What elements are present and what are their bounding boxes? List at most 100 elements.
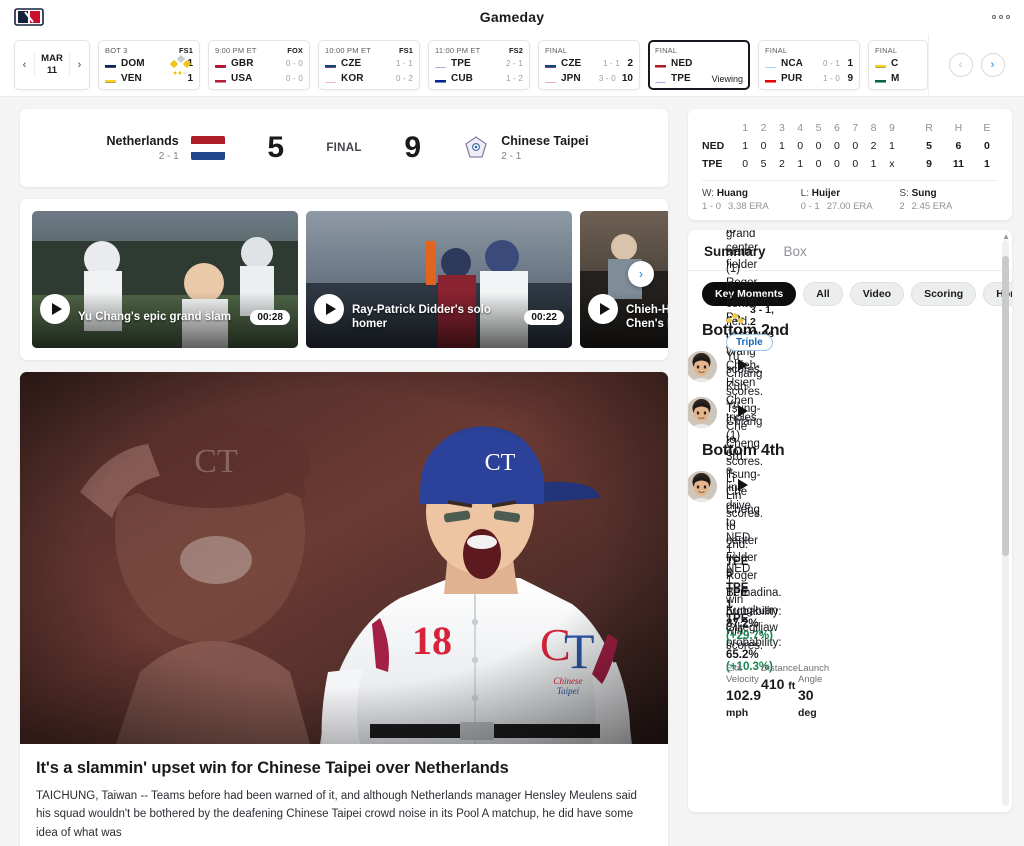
game-tile-ned-tpe[interactable]: FINAL NED TPE Viewing [648,40,750,90]
scorebar-away-team[interactable]: Netherlands 2 - 1 [40,134,225,162]
team-abbr: GBR [231,58,254,69]
tile-status: BOT 3 [105,46,128,55]
tpe-flag-icon [655,75,666,83]
inning-header: 1 [742,122,749,134]
top-bar: Gameday [0,0,1024,34]
tile-team-row: NCA 0 - 1 1 [765,56,853,71]
stat-value: 410 ft [761,676,796,693]
jpn-flag-icon [545,75,556,83]
cze-flag-icon [325,60,336,68]
tile-team-row: PUR 1 - 0 9 [765,71,853,86]
linescore-card: 123456789RHE NED 1 0 1 0 0 0 0 2 1 5 6 0 TPE 0 5 2 1 0 0 0 1 x… [688,109,1012,220]
video-duration: 00:22 [524,309,564,325]
stat-exit-velocity: Exit Velocity 102.9 mph [726,663,761,719]
stat-label: Exit Velocity [726,663,759,686]
play-icon[interactable] [588,294,618,324]
away-team-info: Netherlands 2 - 1 [106,134,178,162]
team-record: 1 - 1 [602,59,620,68]
usa-flag-icon [215,75,226,83]
home-team-record: 2 - 1 [501,150,522,162]
play-icon[interactable] [314,294,344,324]
tile-status: FINAL [875,46,898,55]
feed-scrollbar[interactable] [1002,240,1009,806]
feature-article[interactable]: CT [20,372,668,846]
inning-runs: 1 [797,158,804,170]
team-score: 1 [847,58,853,69]
article-body: TAICHUNG, Taiwan -- Teams before had bee… [36,789,637,839]
away-team-score: 5 [267,131,284,164]
tile-team-row: CUB 1 - 2 [435,71,523,86]
team-abbr: USA [231,73,253,84]
page-body: Netherlands 2 - 1 5 FINAL 9 Chinese Taip… [0,97,1024,846]
tile-team-row: JPN 3 - 0 10 [545,71,633,86]
inning-header: 7 [852,122,859,134]
linescore-row: TPE 0 5 2 1 0 0 0 1 x 9 11 1 [702,155,998,173]
total-value: 9 [926,158,932,170]
video-thumbnail[interactable]: Yu Chang's epic grand slam 00:28 [32,211,298,348]
more-options-icon[interactable] [992,15,1010,19]
team-abbr: TPE [451,58,471,69]
tile-status: FINAL [655,46,678,55]
inning-runs: 0 [815,140,822,152]
inning-header: 9 [889,122,895,134]
game-strip: ‹ MAR 11 › BOT 3FS1DOM1VEN19:00 PM ETFOX… [0,34,1024,97]
tab-box[interactable]: Box [784,244,807,261]
tile-team-row: USA 0 - 0 [215,71,303,86]
game-tile-gbr-usa[interactable]: 9:00 PM ET FOX GBR 0 - 0 USA 0 - 0 [208,40,310,90]
video-thumbnail[interactable]: Chieh-Hsien Chen's RBI triple [580,211,668,348]
chip-all[interactable]: All [803,282,843,306]
total-header: E [983,122,991,134]
date-next-button[interactable]: › [70,40,89,90]
play-icon[interactable] [40,294,70,324]
tile-network: FS2 [508,46,523,55]
tile-team-row: CZE 1 - 1 [325,56,413,71]
inning-runs: 1 [870,158,877,170]
game-tile-c-m[interactable]: FINAL C M [868,40,928,90]
stat-value: 30 deg [798,687,817,720]
team-score: 10 [621,73,633,84]
date-prev-button[interactable]: ‹ [15,40,34,90]
article-hero-image: CT [20,372,668,744]
team-abbr: C [891,58,899,69]
pitcher-name: W: Huang [702,188,748,199]
stat-label: Launch Angle [798,663,830,686]
video-thumbnail[interactable]: Ray-Patrick Didder's solo homer 00:22 [306,211,572,348]
video-next-button[interactable]: › [628,261,654,287]
tile-team-row: TPE Viewing [655,71,743,86]
strip-next-button[interactable]: › [980,53,1005,77]
chip-scoring[interactable]: Scoring [911,282,977,306]
linescore-body: NED 1 0 1 0 0 0 0 2 1 5 6 0 TPE 0 5 2 1 0 0 0 1 x 9 11 1 [702,137,998,173]
linescore-row: NED 1 0 1 0 0 0 0 2 1 5 6 0 [702,137,998,155]
inning-runs: 0 [797,140,804,152]
tile-network: FOX [287,46,303,55]
total-value: 6 [955,140,962,152]
m-flag-icon [875,75,886,83]
linescore-team: TPE [702,158,723,170]
viewing-label: Viewing [711,73,743,84]
play-type-tag: Triple [726,334,773,352]
right-column: 123456789RHE NED 1 0 1 0 0 0 0 2 1 5 6 0 TPE 0 5 2 1 0 0 0 1 x… [680,109,1024,846]
chip-video[interactable]: Video [849,282,905,306]
scorebar-home-team[interactable]: Chinese Taipei 2 - 1 [463,134,648,162]
date-day: 11 [46,65,58,76]
inning-runs: 0 [852,140,859,152]
pitcher-name: L: Huijer [800,188,841,199]
game-tile-nca-pur[interactable]: FINAL NCA 0 - 1 1 PUR 1 - 0 9 [758,40,860,90]
inning-runs: 2 [870,140,877,152]
team-record: 0 - 0 [285,74,303,83]
game-tile-tpe-cub[interactable]: 11:00 PM ET FS2 TPE 2 - 1 CUB 1 - 2 [428,40,530,90]
dom-flag-icon [105,60,116,68]
tpe-flag-icon [435,60,446,68]
player-avatar [688,350,717,382]
game-tile-dom-ven[interactable]: BOT 3FS1DOM1VEN1 [98,40,200,90]
game-tile-cze-kor[interactable]: 10:00 PM ET FS1 CZE 1 - 1 KOR 0 - 2 [318,40,420,90]
scorebar: Netherlands 2 - 1 5 FINAL 9 Chinese Taip… [20,109,668,187]
player-avatar [688,470,717,502]
total-header: R [925,122,933,134]
team-record: 0 - 0 [285,59,303,68]
mlb-logo-icon[interactable] [14,8,44,26]
strip-prev-button[interactable]: ‹ [948,53,973,77]
game-tile-cze-jpn[interactable]: FINAL CZE 1 - 1 2 JPN 3 - 0 10 [538,40,640,90]
feed-scrollbar-thumb[interactable] [1002,256,1009,556]
date-navigator[interactable]: ‹ MAR 11 › [14,40,90,90]
